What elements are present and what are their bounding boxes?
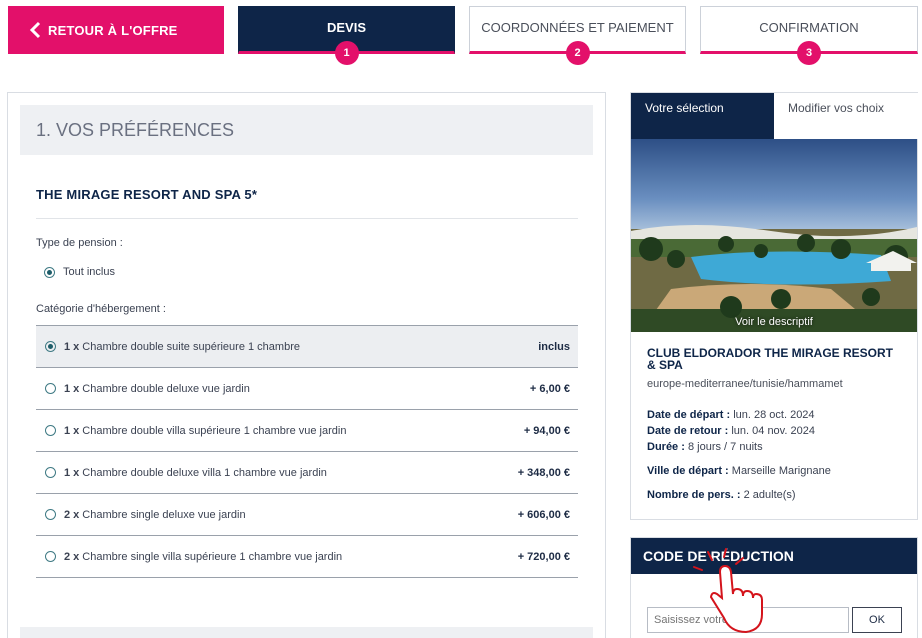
info-value: lun. 04 nov. 2024 <box>731 425 815 437</box>
radio-selected[interactable] <box>44 266 55 278</box>
room-option[interactable]: 1 x Chambre double suite supérieure 1 ch… <box>36 326 578 368</box>
back-to-offer-button[interactable]: RETOUR À L'OFFRE <box>8 6 224 54</box>
persons-count: Nombre de pers. : 2 adulte(s) <box>647 489 796 501</box>
radio-unselected[interactable] <box>45 509 56 520</box>
tab-votre-selection[interactable]: Votre sélection <box>631 93 774 139</box>
room-option[interactable]: 2 x Chambre single deluxe vue jardin + 6… <box>36 494 578 536</box>
promo-ok-button[interactable]: OK <box>852 607 902 633</box>
info-label: Durée : <box>647 441 685 453</box>
step-number: 3 <box>797 41 821 65</box>
departure-date: Date de départ : lun. 28 oct. 2024 <box>647 409 815 421</box>
room-name: Chambre single deluxe vue jardin <box>82 508 246 521</box>
return-date: Date de retour : lun. 04 nov. 2024 <box>647 425 815 437</box>
info-value: lun. 28 oct. 2024 <box>733 409 815 421</box>
room-name: Chambre double suite supérieure 1 chambr… <box>82 340 300 353</box>
step-number: 2 <box>565 41 590 65</box>
room-option[interactable]: 1 x Chambre double deluxe vue jardin + 6… <box>36 368 578 410</box>
room-name: Chambre double villa supérieure 1 chambr… <box>82 424 347 437</box>
promo-code-box: CODE DE RÉDUCTION OK <box>630 537 918 638</box>
promo-code-input[interactable] <box>647 607 849 633</box>
room-qty: 1 x <box>64 466 80 479</box>
info-value: 8 jours / 7 nuits <box>687 441 763 453</box>
tab-modifier-choix[interactable]: Modifier vos choix <box>774 93 918 139</box>
step-devis: DEVIS 1 <box>238 6 455 65</box>
step-number: 1 <box>334 41 359 65</box>
room-price: + 6,00 € <box>529 382 570 395</box>
room-qty: 1 x <box>64 340 80 353</box>
info-value: 2 adulte(s) <box>743 489 796 501</box>
room-qty: 2 x <box>64 508 80 521</box>
club-name: CLUB ELDORADOR THE MIRAGE RESORT & SPA <box>647 346 893 372</box>
room-price: + 348,00 € <box>517 466 570 479</box>
info-label: Nombre de pers. : <box>647 489 741 501</box>
pension-label: Type de pension : <box>36 237 123 249</box>
divider <box>36 218 578 219</box>
pension-option[interactable]: Tout inclus <box>44 266 115 278</box>
category-label: Catégorie d'hébergement : <box>36 303 166 315</box>
step-confirmation: CONFIRMATION 3 <box>700 6 918 65</box>
hotel-photo[interactable]: Voir le descriptif <box>631 139 917 332</box>
step-coordonnees: COORDONNÉES ET PAIEMENT 2 <box>469 6 686 65</box>
radio-selected[interactable] <box>45 341 56 352</box>
step-label: COORDONNÉES ET PAIEMENT <box>481 20 674 35</box>
back-label: RETOUR À L'OFFRE <box>48 22 178 38</box>
radio-unselected[interactable] <box>45 383 56 394</box>
room-price: + 94,00 € <box>523 424 570 437</box>
radio-unselected[interactable] <box>45 467 56 478</box>
chevron-left-icon <box>29 21 41 39</box>
room-price: + 720,00 € <box>517 550 570 563</box>
preferences-panel: 1. VOS PRÉFÉRENCES THE MIRAGE RESORT AND… <box>7 92 606 638</box>
step-label: DEVIS <box>326 20 366 35</box>
room-option[interactable]: 1 x Chambre double villa supérieure 1 ch… <box>36 410 578 452</box>
radio-unselected[interactable] <box>45 551 56 562</box>
view-description-link[interactable]: Voir le descriptif <box>631 316 917 328</box>
room-qty: 2 x <box>64 550 80 563</box>
section-title: 1. VOS PRÉFÉRENCES <box>20 105 593 155</box>
departure-city: Ville de départ : Marseille Marignane <box>647 465 831 477</box>
info-label: Ville de départ : <box>647 465 729 477</box>
selection-card: Votre sélection Modifier vos choix Voir … <box>630 92 918 520</box>
room-name: Chambre single villa supérieure 1 chambr… <box>82 550 343 563</box>
step-label: CONFIRMATION <box>759 20 859 35</box>
next-section-header <box>20 627 593 638</box>
info-value: Marseille Marignane <box>731 465 831 477</box>
hotel-name: THE MIRAGE RESORT AND SPA 5* <box>36 187 258 202</box>
room-name: Chambre double deluxe villa 1 chambre vu… <box>82 466 327 479</box>
radio-unselected[interactable] <box>45 425 56 436</box>
duration: Durée : 8 jours / 7 nuits <box>647 441 763 453</box>
promo-title: CODE DE RÉDUCTION <box>631 538 917 574</box>
room-list: 1 x Chambre double suite supérieure 1 ch… <box>36 325 578 578</box>
room-price: + 606,00 € <box>517 508 570 521</box>
destination-path: europe-mediterranee/tunisie/hammamet <box>647 378 843 390</box>
resort-image <box>631 139 917 332</box>
room-name: Chambre double deluxe vue jardin <box>82 382 250 395</box>
info-label: Date de retour : <box>647 425 729 437</box>
room-option[interactable]: 1 x Chambre double deluxe villa 1 chambr… <box>36 452 578 494</box>
room-qty: 1 x <box>64 382 80 395</box>
room-option[interactable]: 2 x Chambre single villa supérieure 1 ch… <box>36 536 578 578</box>
room-qty: 1 x <box>64 424 80 437</box>
room-price: inclus <box>538 340 570 353</box>
pension-option-label: Tout inclus <box>63 266 115 278</box>
info-label: Date de départ : <box>647 409 731 421</box>
